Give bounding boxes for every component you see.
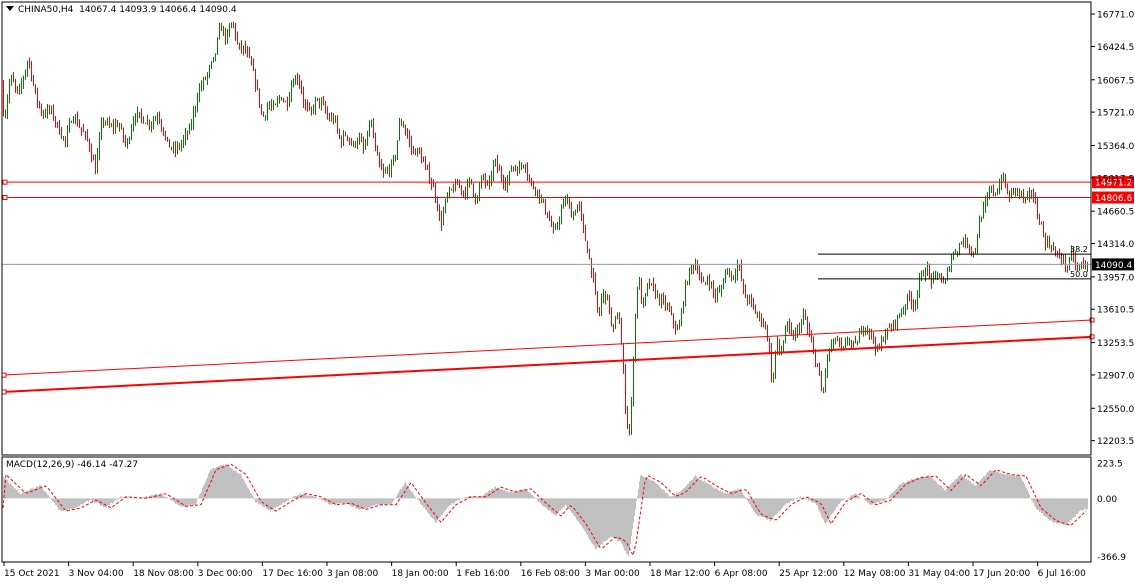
x-tick-label: 25 Apr 12:00 [779,569,838,579]
x-tick-label: 3 Jan 08:00 [327,569,379,579]
y-tick-label: 13253.5 [1097,339,1134,349]
symbol-label: CHINA50,H4 [18,5,74,15]
current-price-label: 14090.4 [1095,261,1132,271]
trend-anchor [1,372,7,378]
x-tick-label: 17 Dec 16:00 [262,569,323,579]
line-anchor [2,195,8,201]
macd-axis-label: 0.00 [1097,495,1117,505]
x-tick-label: 18 Mar 12:00 [650,569,710,579]
x-tick-label: 3 Dec 00:00 [198,569,253,579]
macd-axis-label: -366.9 [1097,553,1126,563]
y-tick-label: 12907.0 [1097,371,1134,381]
x-tick-label: 31 May 04:00 [908,569,970,579]
y-tick-label: 12203.5 [1097,437,1134,447]
y-tick-label: 15364.0 [1097,142,1134,152]
x-tick-label: 18 Jan 00:00 [392,569,449,579]
price-chart[interactable]: 14971.214806.614090.438.250.0 16771.0164… [0,0,1135,587]
chart-header: CHINA50,H4 14067.4 14093.9 14066.4 14090… [6,5,237,15]
line-anchor [2,179,8,185]
ohlc-readout: 14067.4 14093.9 14066.4 14090.4 [79,5,237,15]
y-tick-label: 12550.0 [1097,405,1134,415]
x-tick-label: 16 Feb 08:00 [521,569,580,579]
y-tick-label: 15017.5 [1097,174,1134,184]
y-tick-label: 14314.0 [1097,240,1134,250]
y-tick-label: 16424.5 [1097,43,1134,53]
x-tick-label: 3 Nov 04:00 [69,569,124,579]
fib-level-label: 38.2 [1070,245,1088,254]
macd-label: MACD(12,26,9) -46.14 -47.27 [6,460,139,470]
x-tick-label: 18 Nov 08:00 [133,569,194,579]
trend-anchor [1,389,7,395]
y-tick-label: 14660.5 [1097,208,1134,218]
y-tick-label: 13957.0 [1097,273,1134,283]
x-tick-label: 6 Apr 08:00 [715,569,768,579]
level-price-label: 14806.6 [1095,194,1132,204]
y-tick-label: 16771.0 [1097,11,1134,21]
x-tick-label: 6 Jul 16:00 [1038,569,1087,579]
x-tick-label: 15 Oct 2021 [4,569,60,579]
x-tick-label: 17 Jun 20:00 [973,569,1030,579]
x-tick-label: 12 May 08:00 [844,569,906,579]
y-tick-label: 13610.5 [1097,306,1134,316]
fib-level-label: 50.0 [1070,270,1088,279]
y-tick-label: 16067.5 [1097,76,1134,86]
macd-axis-label: 223.5 [1097,459,1123,469]
y-tick-label: 15721.0 [1097,109,1134,119]
x-tick-label: 1 Feb 16:00 [456,569,510,579]
dropdown-triangle-icon[interactable] [6,6,14,11]
x-tick-label: 3 Mar 00:00 [585,569,640,579]
